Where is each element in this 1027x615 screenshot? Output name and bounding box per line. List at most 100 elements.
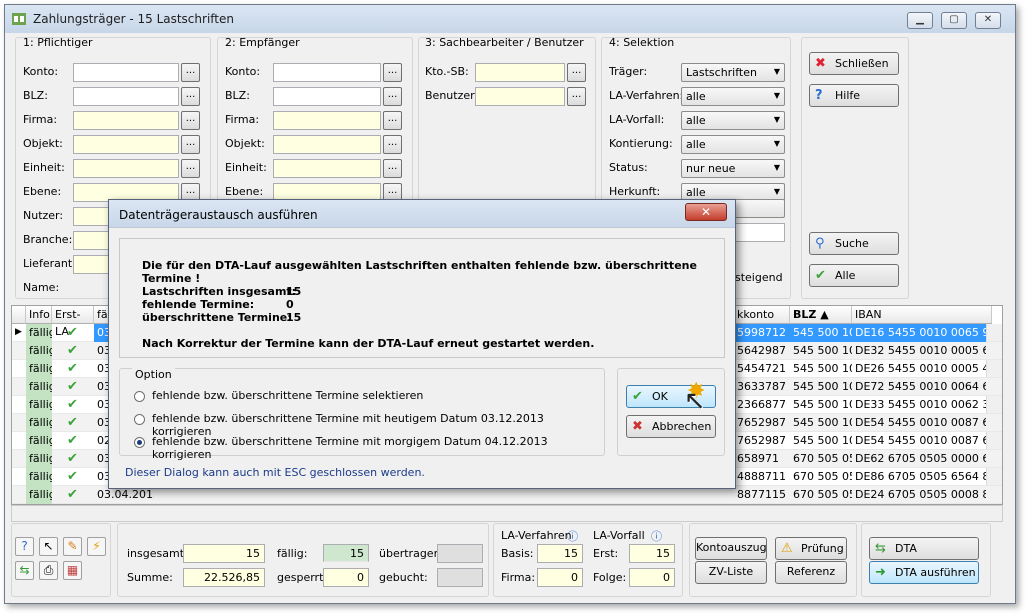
close-x-icon: ✖ — [815, 56, 826, 71]
browse-button[interactable]: ... — [181, 111, 200, 130]
browse-button[interactable]: ... — [383, 87, 402, 106]
browse-button[interactable]: ... — [383, 135, 402, 154]
refresh-icon[interactable]: ⇆ — [15, 561, 34, 580]
browse-button[interactable]: ... — [181, 135, 200, 154]
option-today-radio[interactable] — [134, 414, 145, 425]
check-icon: ✔ — [67, 397, 78, 412]
empfaenger-label: Firma: — [225, 113, 260, 126]
minimize-button[interactable]: ▁ — [907, 12, 933, 29]
empfaenger-field[interactable] — [273, 159, 381, 178]
pruefung-button[interactable]: ⚠ Prüfung — [775, 537, 847, 560]
uebertragen-label: übertragen: — [379, 547, 445, 560]
cell-info: fällig — [26, 360, 52, 378]
referenz-button[interactable]: Referenz — [775, 561, 847, 584]
col-header-blz[interactable]: BLZ ▲ — [790, 306, 852, 324]
check-icon: ✔ — [67, 451, 78, 466]
col-header-konto[interactable]: kkonto — [734, 306, 790, 324]
repeat-icon: ⇆ — [875, 541, 886, 556]
cell-iban: DE16 5455 0010 0065 9987 — [852, 324, 986, 342]
warning-icon: ⚠ — [781, 541, 793, 556]
app-icon — [12, 13, 26, 25]
dta-ausfuehren-button[interactable]: ➜ DTA ausführen — [869, 561, 979, 584]
pointer-icon[interactable]: ↖ — [39, 537, 58, 556]
cell-iban: DE32 5455 0010 0005 6429 — [855, 344, 986, 357]
cell-konto: 5998712 — [734, 324, 790, 342]
selektion-dropdown[interactable]: alle ▼ — [681, 111, 785, 130]
option-select-radio[interactable] — [134, 391, 145, 402]
sachbearbeiter-field[interactable] — [475, 87, 565, 106]
dta-wiederholen-button[interactable]: ⇆DTA wiederholen — [869, 537, 979, 575]
empfaenger-field[interactable] — [273, 135, 381, 154]
cancel-button[interactable]: ✖ Abbrechen — [626, 415, 716, 438]
table-horizontal-scrollbar[interactable] — [11, 505, 1003, 522]
selektion-dropdown[interactable]: nur neue ▼ — [681, 159, 785, 178]
empfaenger-field[interactable] — [273, 87, 381, 106]
firma-label: Firma: — [501, 571, 536, 584]
browse-button[interactable]: ... — [181, 159, 200, 178]
cell-info: fällig — [26, 324, 52, 342]
sachbearbeiter-label: Benutzer: — [425, 89, 479, 102]
browse-button[interactable]: ... — [567, 63, 586, 82]
lastschriften-count-label: Lastschriften insgesamt: — [142, 285, 297, 298]
maximize-button[interactable]: ▢ — [941, 12, 967, 29]
col-header-erst-la[interactable]: Erst-LA — [52, 306, 94, 338]
dialog-message-box: Die für den DTA-Lauf ausgewählten Lastsc… — [119, 238, 725, 358]
col-header-info[interactable]: Info — [26, 306, 52, 324]
kontoauszug-button[interactable]: Kontoauszug — [695, 537, 767, 560]
all-button[interactable]: ✔ Alle — [809, 264, 899, 287]
cell-info: fällig — [26, 432, 52, 450]
empfaenger-field[interactable] — [273, 63, 381, 82]
cell-blz: 670 505 05 — [793, 470, 852, 483]
check-icon: ✔ — [67, 487, 78, 502]
selektion-dropdown[interactable]: alle ▼ — [681, 87, 785, 106]
pencil-icon[interactable]: ✎ — [63, 537, 82, 556]
close-button[interactable]: ✖ Schließen — [809, 52, 899, 75]
check-icon: ✔ — [67, 361, 78, 376]
selektion-dropdown[interactable]: Lastschriften ▼ — [681, 63, 785, 82]
row-indicator-header — [12, 306, 26, 324]
browse-button[interactable]: ... — [383, 159, 402, 178]
search-button[interactable]: ⚲ Suche — [809, 232, 899, 255]
dropdown-arrow-icon: ▼ — [773, 67, 780, 76]
help-icon[interactable]: ? — [15, 537, 34, 556]
pflichtiger-field[interactable] — [73, 111, 179, 130]
selektion-label: LA-Verfahren: — [609, 89, 684, 102]
close-window-button[interactable]: ✕ — [975, 12, 1001, 29]
browse-button[interactable]: ... — [567, 87, 586, 106]
help-button[interactable]: ? Hilfe — [809, 84, 899, 107]
selektion-dropdown[interactable]: alle ▼ — [681, 135, 785, 154]
browse-button[interactable]: ... — [383, 63, 402, 82]
row-pointer-icon: ▶ — [15, 327, 22, 337]
info-icon[interactable]: ⓘ — [651, 528, 662, 544]
browse-button[interactable]: ... — [383, 111, 402, 130]
sachbearbeiter-field[interactable] — [475, 63, 565, 82]
option-select-label[interactable]: fehlende bzw. überschrittene Termine sel… — [152, 389, 423, 402]
print-icon[interactable]: ⎙ — [39, 561, 58, 580]
empfaenger-field[interactable] — [273, 111, 381, 130]
gebucht-label: gebucht: — [379, 571, 428, 584]
zv-liste-button[interactable]: ZV-Liste — [695, 561, 767, 584]
pflichtiger-field[interactable] — [73, 63, 179, 82]
la-verfahren-title: LA-Verfahren — [501, 529, 572, 542]
ueberschrittene-termine-value: 15 — [286, 311, 302, 324]
insgesamt-field: 15 — [183, 544, 265, 563]
lightning-icon[interactable]: ⚡ — [87, 537, 106, 556]
option-tomorrow-label[interactable]: fehlende bzw. überschrittene Termine mit… — [152, 435, 604, 461]
info-icon[interactable]: ⓘ — [567, 528, 578, 544]
faellig-label: fällig: — [277, 547, 308, 560]
group-empfaenger-title: 2: Empfänger — [225, 36, 300, 49]
browse-button[interactable]: ... — [181, 87, 200, 106]
browse-button[interactable]: ... — [181, 63, 200, 82]
cell-blz: 670 505 05 — [793, 488, 852, 501]
cell-blz: 545 500 10 — [793, 380, 852, 393]
check-icon: ✔ — [67, 379, 78, 394]
pflichtiger-field[interactable] — [73, 135, 179, 154]
option-tomorrow-radio[interactable] — [134, 437, 145, 448]
pflichtiger-field[interactable] — [73, 87, 179, 106]
col-header-iban[interactable]: IBAN — [852, 306, 992, 324]
pflichtiger-label: Branche: — [23, 233, 73, 246]
dialog-close-button[interactable]: ✕ — [685, 203, 727, 221]
play-icon: ➜ — [875, 565, 886, 580]
pflichtiger-field[interactable] — [73, 159, 179, 178]
calendar-icon[interactable]: ▦ — [63, 561, 82, 580]
